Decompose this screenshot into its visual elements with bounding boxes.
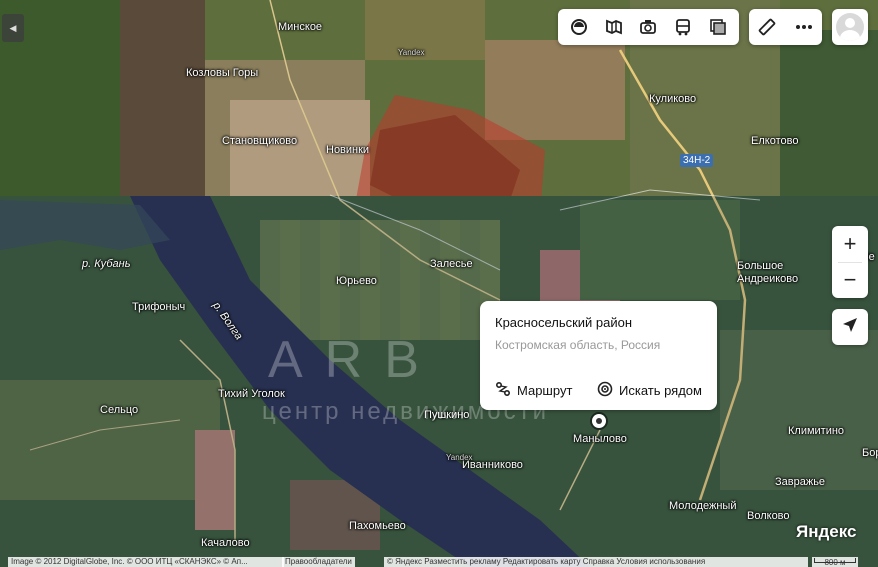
camera-icon[interactable] bbox=[637, 16, 659, 38]
place-label: Манылово bbox=[573, 433, 627, 445]
place-label: Качалово bbox=[201, 537, 250, 549]
zoom-out-button[interactable]: − bbox=[832, 262, 868, 298]
place-label: Елкотово bbox=[751, 135, 799, 147]
ruler-icon[interactable] bbox=[756, 16, 778, 38]
zoom-in-button[interactable]: + bbox=[832, 226, 868, 262]
target-icon bbox=[597, 381, 613, 400]
place-label-line: Андреиково bbox=[737, 273, 799, 285]
search-nearby-button[interactable]: Искать рядом bbox=[597, 381, 702, 400]
imagery-attribution: Image © 2012 DigitalGlobe, Inc. © ООО ИТ… bbox=[8, 557, 284, 567]
collapse-panel-button[interactable]: ◀ bbox=[2, 14, 24, 42]
place-label-line: Большое bbox=[737, 260, 784, 272]
place-label: Залесье bbox=[430, 258, 473, 270]
place-label: Климитино bbox=[788, 425, 845, 437]
yandex-logo: Яндекс bbox=[796, 522, 857, 541]
avatar bbox=[836, 13, 864, 41]
river-label-kuban: р. Кубань bbox=[82, 258, 131, 270]
place-label: Минское bbox=[278, 21, 323, 33]
place-label: Новинки bbox=[326, 144, 370, 156]
place-popup: Красносельский район Костромская область… bbox=[480, 301, 717, 410]
place-label: Волково bbox=[747, 510, 790, 522]
more-icon[interactable] bbox=[793, 16, 815, 38]
road-number-badge: 34Н-2 bbox=[680, 154, 714, 167]
route-icon bbox=[495, 381, 511, 400]
place-label: Пахомьево bbox=[349, 520, 406, 532]
location-pin[interactable] bbox=[592, 414, 606, 428]
navigation-arrow-icon bbox=[841, 316, 859, 339]
place-label: Большое Андреиково bbox=[737, 260, 798, 286]
place-label: Трифоныч bbox=[132, 301, 186, 313]
place-label: Куликово bbox=[649, 93, 697, 105]
popup-subtitle: Костромская область, Россия bbox=[495, 338, 661, 352]
popup-title: Красносельский район bbox=[495, 315, 633, 330]
locate-me-button[interactable] bbox=[832, 309, 868, 345]
watermark-logo: ARB bbox=[268, 331, 441, 389]
yandex-map-mark: Yandex bbox=[446, 453, 473, 462]
place-label: Козловы Горы bbox=[186, 67, 259, 79]
place-label: Завражье bbox=[775, 476, 826, 488]
yandex-map-mark: Yandex bbox=[398, 48, 425, 57]
route-label: Маршрут bbox=[517, 383, 573, 398]
place-label: Сельцо bbox=[100, 404, 139, 416]
map-tools bbox=[749, 9, 822, 45]
bus-icon[interactable] bbox=[672, 16, 694, 38]
zoom-divider bbox=[838, 262, 862, 263]
zoom-control: + − bbox=[832, 226, 868, 298]
place-label: Становщиково bbox=[222, 135, 298, 147]
user-profile-button[interactable] bbox=[832, 9, 868, 45]
map-book-icon[interactable] bbox=[603, 16, 625, 38]
scale-bar: 800 м bbox=[812, 557, 858, 567]
layers-icon[interactable] bbox=[568, 16, 590, 38]
scale-label: 800 м bbox=[824, 558, 846, 567]
place-label: Юрьево bbox=[336, 275, 377, 287]
route-button[interactable]: Маршрут bbox=[495, 381, 572, 400]
place-label: Бор bbox=[862, 447, 878, 459]
search-nearby-label: Искать рядом bbox=[619, 383, 702, 398]
footer-links[interactable]: © Яндекс Разместить рекламу Редактироват… bbox=[384, 557, 808, 567]
transparency-icon[interactable] bbox=[707, 16, 729, 38]
place-label: Молодежный bbox=[669, 500, 737, 512]
map-toolbar bbox=[558, 9, 739, 45]
rightsholders-link[interactable]: Правообладатели bbox=[282, 557, 355, 567]
